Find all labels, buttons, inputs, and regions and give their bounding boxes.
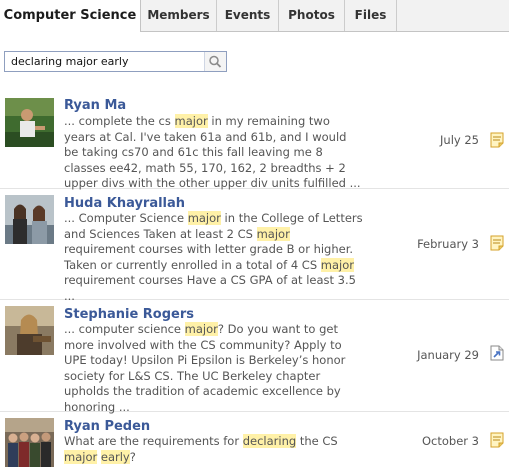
- result-row: Ryan Peden What are the requirements for…: [0, 412, 509, 472]
- avatar[interactable]: [5, 306, 54, 355]
- post-snippet: ... computer science major? Do you want …: [64, 322, 364, 415]
- tab-computer-science[interactable]: Computer Science: [0, 0, 141, 32]
- post-snippet: ... complete the cs major in my remainin…: [64, 114, 364, 192]
- author-name[interactable]: Stephanie Rogers: [64, 307, 194, 322]
- shared-doc-icon: [490, 345, 504, 361]
- result-row: Stephanie Rogers ... computer science ma…: [0, 300, 509, 415]
- avatar[interactable]: [5, 98, 54, 147]
- snippet-text: the CS: [296, 434, 338, 448]
- tab-members[interactable]: Members: [141, 0, 217, 31]
- post-snippet: ... Computer Science major in the Colleg…: [64, 211, 364, 304]
- snippet-text: requirement courses with letter grade B …: [64, 242, 354, 272]
- post-snippet: What are the requirements for declaring …: [64, 434, 364, 465]
- post-date[interactable]: July 25: [440, 133, 479, 147]
- search-term-highlight: major: [320, 257, 355, 272]
- tab-photos[interactable]: Photos: [279, 0, 345, 31]
- search-results-list: Ryan Ma ... complete the cs major in my …: [0, 88, 509, 472]
- snippet-text: requirement courses Have a CS GPA of at …: [64, 273, 356, 303]
- search-button[interactable]: [204, 52, 226, 71]
- result-row: Huda Khayrallah ... Computer Science maj…: [0, 189, 509, 303]
- avatar[interactable]: [5, 418, 54, 467]
- search-term-highlight: early: [100, 449, 130, 464]
- author-name[interactable]: Ryan Peden: [64, 419, 150, 434]
- tab-files[interactable]: Files: [345, 0, 397, 31]
- snippet-text: ?: [129, 449, 136, 464]
- snippet-text: What are the requirements for: [64, 434, 243, 448]
- post-date[interactable]: October 3: [422, 434, 479, 448]
- snippet-text: ... Computer Science: [64, 211, 188, 225]
- result-row: Ryan Ma ... complete the cs major in my …: [0, 88, 509, 192]
- post-date[interactable]: January 29: [417, 348, 479, 362]
- tab-events[interactable]: Events: [217, 0, 279, 31]
- post-date[interactable]: February 3: [417, 237, 479, 251]
- snippet-text: ... complete the cs: [64, 114, 175, 128]
- search-icon: [209, 55, 222, 68]
- search-term-highlight: major: [184, 322, 218, 336]
- author-name[interactable]: Ryan Ma: [64, 98, 126, 113]
- author-name[interactable]: Huda Khayrallah: [64, 196, 185, 211]
- note-icon: [490, 132, 504, 148]
- search-term-highlight: major: [187, 211, 221, 225]
- snippet-text: ... computer science: [64, 322, 185, 336]
- group-tab-bar: Computer Science Members Events Photos F…: [0, 0, 509, 32]
- search-term-highlight: declaring: [242, 434, 297, 448]
- avatar[interactable]: [5, 195, 54, 244]
- note-icon: [490, 235, 504, 251]
- search-term-highlight: major: [64, 449, 98, 464]
- search-input[interactable]: [5, 52, 203, 71]
- search-term-highlight: major: [256, 226, 290, 241]
- note-icon: [490, 432, 504, 448]
- search-box: [4, 51, 227, 72]
- search-term-highlight: major: [174, 114, 208, 128]
